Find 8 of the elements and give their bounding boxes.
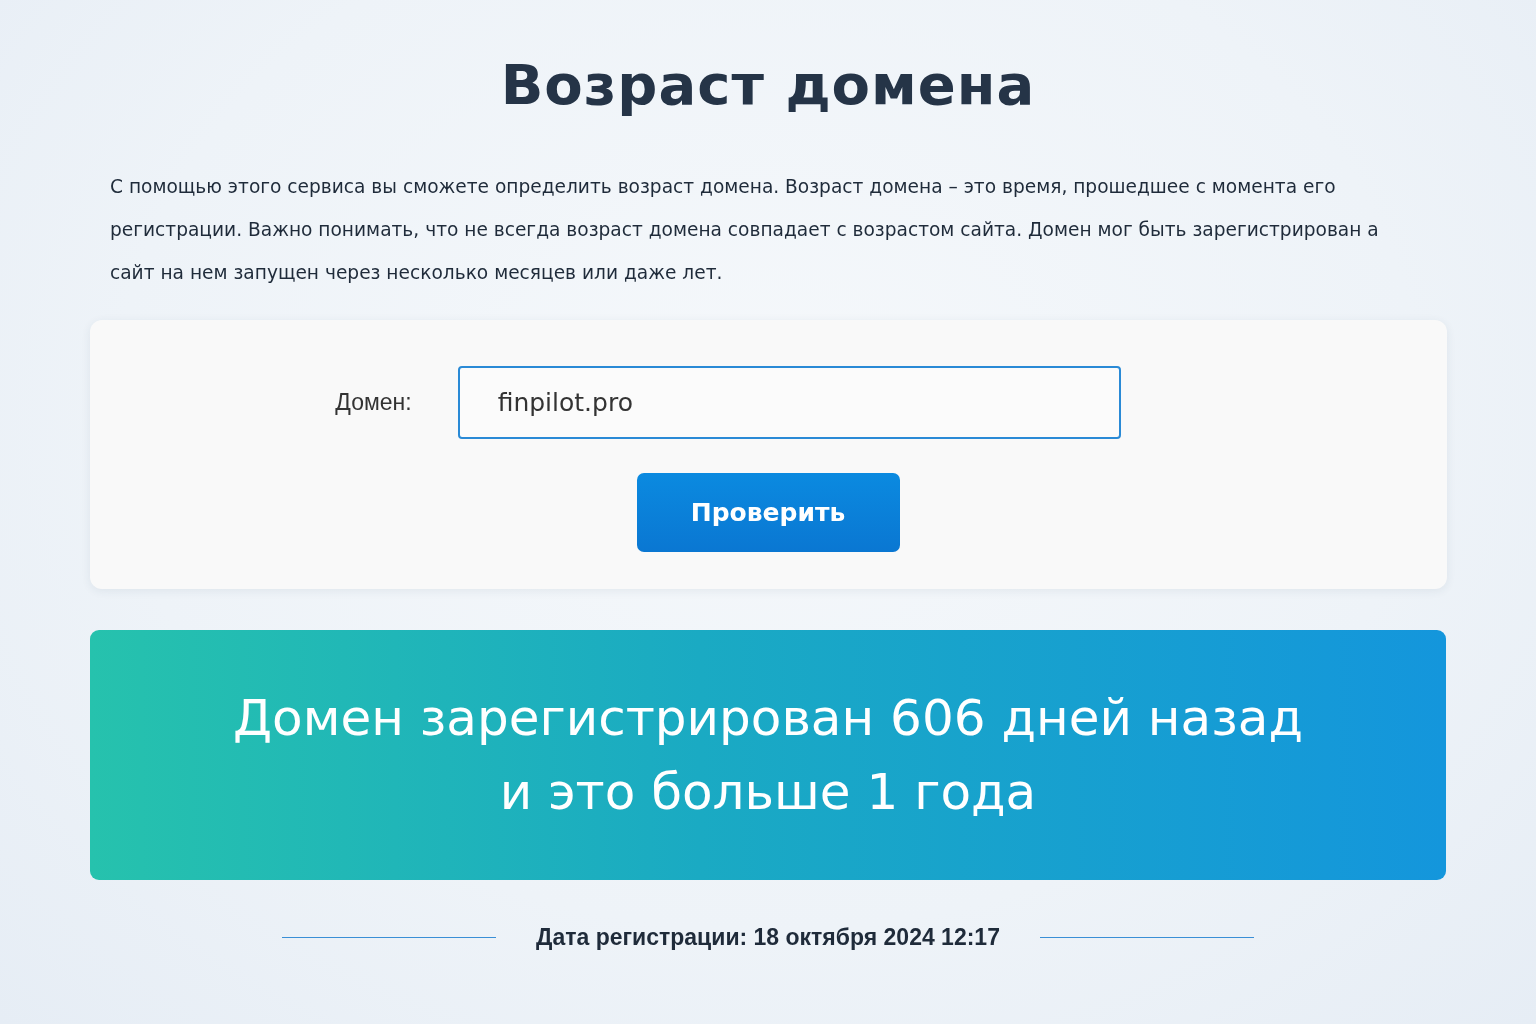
- registration-date: Дата регистрации: 18 октября 2024 12:17: [536, 924, 1000, 951]
- result-text: Домен зарегистрирован 606 дней назад: [233, 688, 1303, 749]
- domain-input[interactable]: finpilot.pro: [457, 366, 1121, 439]
- description-text: С помощью этого сервиса вы сможете определить возраст домена. Возраст домена – это время, прошедшее с момента его регистрации. Важно понимать, что не всегда возраст домена совпадает с возрастом сайта. Домен мог быть зарегистрирован а сайт на нем запущен через несколько месяцев или даже лет.: [110, 175, 1380, 285]
- domain-label: Домен:: [335, 389, 412, 416]
- result-text: и это больше 1 года: [499, 762, 1037, 823]
- page-title: Возраст домена: [500, 52, 1036, 117]
- check-button[interactable]: Проверить: [636, 473, 900, 552]
